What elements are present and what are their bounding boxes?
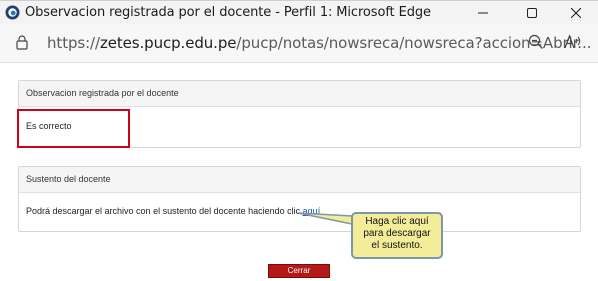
close-window-button[interactable] [553, 1, 598, 25]
edge-app-icon [5, 5, 20, 20]
maximize-icon [527, 8, 537, 18]
close-icon [571, 8, 581, 18]
callout-arrow [297, 212, 353, 225]
url-scheme: https:// [47, 34, 100, 52]
callout-line-1: Haga clic aquí [365, 216, 429, 227]
close-button[interactable]: Cerrar [268, 264, 330, 278]
support-text: Podrá descargar el archivo con el susten… [26, 206, 303, 216]
help-callout: Haga clic aquí para descargar el sustent… [351, 212, 443, 259]
window-title: Observacion registrada por el docente - … [25, 5, 431, 20]
callout-line-2: para descargar [363, 228, 431, 239]
callout-line-3: el sustento. [371, 240, 423, 251]
zoom-out-icon[interactable] [528, 34, 544, 50]
minimize-icon [478, 12, 488, 14]
minimize-button[interactable] [460, 1, 506, 25]
read-aloud-icon[interactable] [564, 34, 582, 50]
url-host: zetes.pucp.edu.pe [99, 34, 237, 52]
observation-panel-header: Observacion registrada por el docente [19, 81, 580, 107]
title-bar: Observacion registrada por el docente - … [0, 0, 598, 25]
highlight-box [17, 109, 130, 148]
lock-icon[interactable] [16, 35, 28, 50]
address-bar[interactable]: https://zetes.pucp.edu.pe/pucp/notas/now… [0, 24, 598, 63]
url-text[interactable]: https://zetes.pucp.edu.pe/pucp/notas/now… [47, 34, 591, 52]
support-panel-header: Sustento del docente [19, 167, 580, 193]
maximize-button[interactable] [509, 1, 555, 25]
